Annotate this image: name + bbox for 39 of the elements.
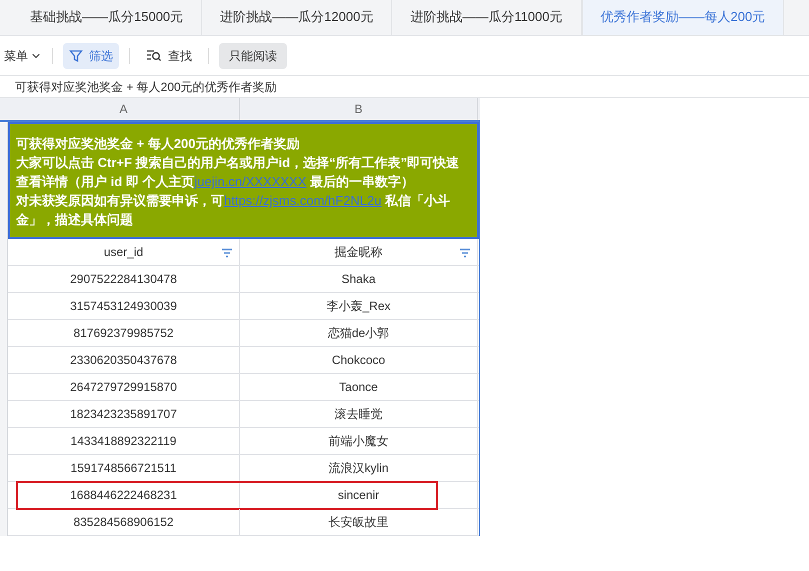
formula-bar-text: 可获得对应奖池奖金 + 每人200元的优秀作者奖励 <box>15 78 277 96</box>
table-cell: Shaka <box>240 266 478 292</box>
table-cell: 3157453124930039 <box>8 293 240 319</box>
readonly-badge: 只能阅读 <box>219 42 287 68</box>
table-cell: sincenir <box>240 482 478 508</box>
find-button[interactable]: 查找 <box>140 42 198 68</box>
table-cell: 滚去睡觉 <box>240 401 478 427</box>
table-cell: 2907522284130478 <box>8 266 240 292</box>
search-icon <box>146 48 162 62</box>
table-cell: 李小轰_Rex <box>240 293 478 319</box>
table-cell: 1591748566721511 <box>8 455 240 481</box>
filter-button[interactable]: 筛选 <box>63 42 119 68</box>
table-header: 掘金昵称 <box>240 239 478 265</box>
table-cell: 1823423235891707 <box>8 401 240 427</box>
table-cell: 2647279729915870 <box>8 374 240 400</box>
notice-paragraph: 大家可以点击 Ctr+F 搜索自己的用户名或用户id，选择“所有工作表”即可快速查看详情（用户 id 即 个人主页juejin.cn/XXXXXXX 最后的一串数字） <box>16 154 460 191</box>
table-cell: 恋猫de小郭 <box>240 320 478 346</box>
table-cell: 817692379985752 <box>8 320 240 346</box>
table-cell: Taonce <box>240 374 478 400</box>
menu-button[interactable]: 菜单 <box>4 46 42 64</box>
table-header: user_id <box>8 239 240 265</box>
table-cell: 长安皈故里 <box>240 509 478 535</box>
funnel-icon <box>69 48 83 62</box>
notice-paragraph: 对未获奖原因如有异议需要申诉，可https://zjsms.com/hF2NL2u 私信「小斗金」，描述具体问题 <box>16 192 452 229</box>
sheet-tab[interactable]: 基础挑战——瓜分15000元 <box>12 0 202 35</box>
table-cell: 流浪汉kylin <box>240 455 478 481</box>
column-header[interactable]: B <box>240 98 478 120</box>
table-cell: 835284568906152 <box>8 509 240 535</box>
table-cell: 1688446222468231 <box>8 482 240 508</box>
sheet-tab[interactable]: 优秀作者奖励——每人200元 <box>582 0 784 35</box>
notice-paragraph: 可获得对应奖池奖金 + 每人200元的优秀作者奖励 <box>16 135 301 153</box>
filter-icon[interactable] <box>459 248 471 258</box>
column-header[interactable]: A <box>8 98 240 120</box>
sheet-tab[interactable]: 进阶挑战——瓜分12000元 <box>202 0 392 35</box>
table-cell: 前端小魔女 <box>240 428 478 454</box>
filter-icon[interactable] <box>221 248 233 258</box>
table-cell: 1433418892322119 <box>8 428 240 454</box>
table-cell: Chokcoco <box>240 347 478 373</box>
table-cell: 2330620350437678 <box>8 347 240 373</box>
